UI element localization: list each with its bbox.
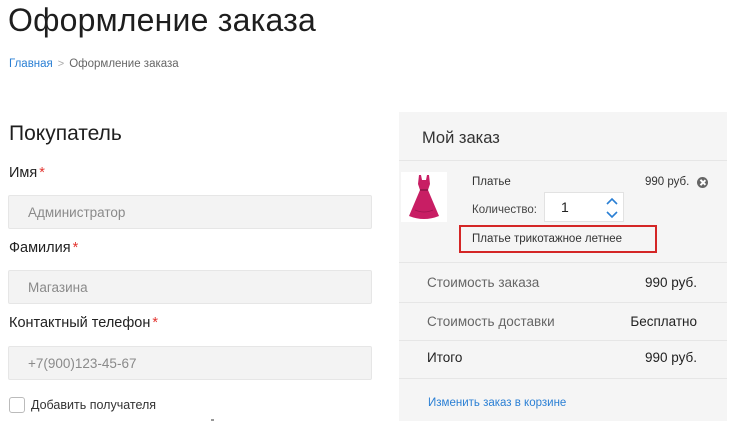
last-name-input[interactable] bbox=[8, 270, 372, 304]
phone-label: Контактный телефон * bbox=[9, 315, 158, 331]
product-variant: Платье трикотажное летнее bbox=[459, 225, 657, 253]
add-recipient-checkbox[interactable] bbox=[9, 397, 25, 413]
quantity-stepper[interactable]: 1 bbox=[544, 192, 624, 222]
product-name[interactable]: Платье bbox=[472, 176, 511, 188]
chevron-up-icon[interactable] bbox=[605, 196, 619, 207]
phone-input[interactable] bbox=[8, 346, 372, 380]
subtotal-value: 990 руб. bbox=[644, 275, 697, 290]
close-circle-icon[interactable] bbox=[697, 177, 708, 188]
breadcrumb: Главная > Оформление заказа bbox=[9, 58, 179, 70]
total-value: 990 руб. bbox=[644, 350, 697, 365]
buyer-section-title: Покупатель bbox=[9, 122, 122, 145]
last-name-label: Фамилия * bbox=[9, 240, 78, 256]
first-name-label: Имя * bbox=[9, 165, 45, 181]
delivery-label: Стоимость доставки bbox=[427, 314, 555, 329]
dress-icon bbox=[409, 175, 439, 219]
add-recipient-row[interactable]: Добавить получателя bbox=[9, 397, 156, 413]
add-recipient-label[interactable]: Добавить получателя bbox=[31, 398, 156, 412]
required-mark: * bbox=[39, 165, 45, 181]
edit-cart-link[interactable]: Изменить заказ в корзине bbox=[428, 397, 566, 409]
summary-subtotal-row: Стоимость заказа 990 руб. bbox=[399, 264, 727, 302]
divider bbox=[399, 160, 727, 161]
required-mark: * bbox=[152, 315, 159, 331]
summary-total-row: Итого 990 руб. bbox=[399, 339, 727, 377]
divider bbox=[399, 262, 727, 263]
product-thumbnail[interactable] bbox=[401, 172, 447, 222]
page-title: Оформление заказа bbox=[8, 2, 316, 38]
breadcrumb-separator: > bbox=[57, 58, 65, 70]
total-label: Итого bbox=[427, 350, 463, 365]
order-title: Мой заказ bbox=[422, 129, 500, 147]
phone-label-text: Контактный телефон bbox=[9, 315, 151, 331]
breadcrumb-current: Оформление заказа bbox=[69, 58, 179, 70]
last-name-label-text: Фамилия bbox=[9, 240, 71, 256]
summary-delivery-row: Стоимость доставки Бесплатно bbox=[399, 303, 727, 341]
quantity-label: Количество: bbox=[472, 204, 537, 216]
divider bbox=[399, 378, 727, 379]
chevron-down-icon[interactable] bbox=[605, 209, 619, 220]
breadcrumb-home-link[interactable]: Главная bbox=[9, 58, 53, 70]
required-mark: * bbox=[72, 240, 79, 256]
first-name-label-text: Имя bbox=[9, 165, 38, 181]
subtotal-label: Стоимость заказа bbox=[427, 275, 540, 290]
quantity-value[interactable]: 1 bbox=[561, 199, 569, 215]
order-panel: Мой заказ Платье 990 руб. Количество: 1 … bbox=[399, 112, 727, 421]
product-price: 990 руб. bbox=[645, 176, 690, 188]
first-name-input[interactable] bbox=[8, 195, 372, 229]
delivery-value: Бесплатно bbox=[630, 314, 697, 329]
